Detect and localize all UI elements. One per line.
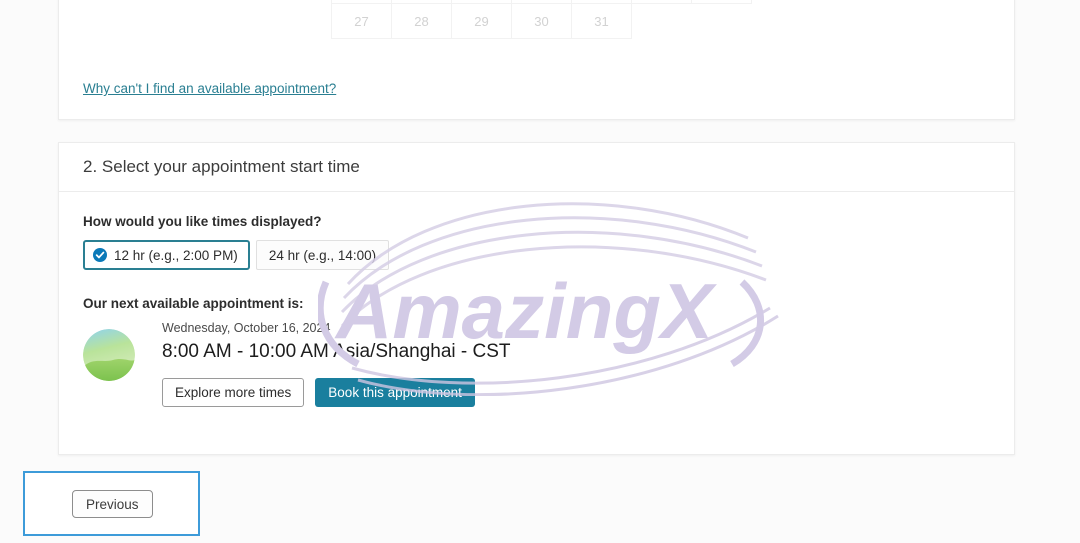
appointment-time: 8:00 AM - 10:00 AM Asia/Shanghai - CST [162, 341, 511, 362]
explore-more-times-button[interactable]: Explore more times [162, 378, 305, 407]
check-circle-icon [93, 248, 107, 262]
calendar-week-row[interactable]: 27 28 29 30 31 [331, 3, 752, 39]
calendar-day-cell[interactable]: 29 [451, 3, 512, 39]
calendar-day-cell[interactable]: 30 [511, 3, 572, 39]
appointment-row: Wednesday, October 16, 2024 8:00 AM - 10… [83, 321, 990, 407]
section-body: How would you like times displayed? 12 h… [59, 192, 1014, 407]
time-format-option-label: 12 hr (e.g., 2:00 PM) [114, 247, 238, 263]
time-format-option-label: 24 hr (e.g., 14:00) [268, 247, 377, 263]
page-title: 2. Select your appointment start time [83, 157, 360, 176]
calendar-grid[interactable]: 20 21 22 23 24 25 26 27 28 29 30 31 [331, 0, 752, 39]
time-format-option-24hr[interactable]: 24 hr (e.g., 14:00) [255, 240, 390, 270]
time-format-question: How would you like times displayed? [83, 214, 322, 229]
section-header: 2. Select your appointment start time [59, 143, 1014, 192]
calendar-day-cell[interactable]: 27 [331, 3, 392, 39]
appointment-date: Wednesday, October 16, 2024 [162, 321, 331, 335]
calendar-day-cell[interactable]: 31 [571, 3, 632, 39]
next-appointment-label: Our next available appointment is: [83, 296, 304, 311]
time-format-toggle-group[interactable]: 12 hr (e.g., 2:00 PM) 24 hr (e.g., 14:00… [83, 240, 990, 270]
footer-navigation: Previous [23, 471, 200, 536]
sunrise-circle-icon [83, 329, 135, 381]
date-selection-card: 20 21 22 23 24 25 26 27 28 29 30 31 Why … [58, 0, 1015, 120]
appointment-actions: Explore more times Book this appointment [162, 378, 511, 407]
why-no-appointment-link[interactable]: Why can't I find an available appointmen… [83, 81, 336, 96]
time-selection-card: 2. Select your appointment start time Ho… [58, 142, 1015, 455]
time-format-option-12hr[interactable]: 12 hr (e.g., 2:00 PM) [83, 240, 250, 270]
calendar-empty-cell [632, 4, 692, 39]
book-appointment-button[interactable]: Book this appointment [315, 378, 475, 407]
calendar-day-cell[interactable]: 28 [391, 3, 452, 39]
previous-button[interactable]: Previous [72, 490, 153, 518]
calendar-empty-cell [692, 4, 752, 39]
appointment-details: Wednesday, October 16, 2024 8:00 AM - 10… [162, 321, 511, 407]
